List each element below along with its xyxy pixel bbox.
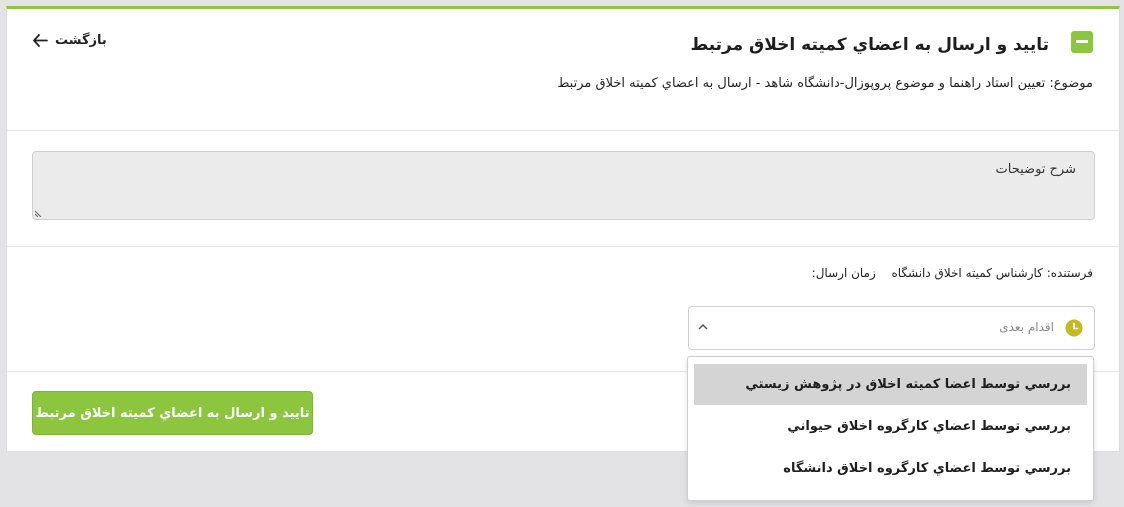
back-label: بازگشت <box>55 33 107 48</box>
dropdown-option[interactable]: بررسي توسط اعضا كميته اخلاق در پژوهش زيس… <box>694 364 1087 405</box>
sender-info: فرستنده: کارشناس کميته اخلاق دانشگاه زما… <box>812 266 1093 280</box>
next-action-select[interactable]: اقدام بعدی <box>688 306 1095 350</box>
sender-value: کارشناس کميته اخلاق دانشگاه <box>891 266 1043 280</box>
submit-button[interactable]: تاييد و ارسال به اعضاي کميته اخلاق مرتبط <box>32 391 313 435</box>
sender-label: فرستنده: <box>1046 266 1093 280</box>
dropdown-option[interactable]: بررسي توسط اعضاي کارگروه اخلاق حيواني <box>694 406 1087 447</box>
description-placeholder: شرح توضيحات <box>995 162 1076 177</box>
collapse-button[interactable] <box>1071 31 1093 53</box>
back-button[interactable]: بازگشت <box>33 33 107 48</box>
resize-grip-icon[interactable] <box>35 209 43 217</box>
page-title: تاييد و ارسال به اعضاي کميته اخلاق مرتبط <box>690 35 1049 55</box>
subject-text: موضوع: تعيين استاد راهنما و موضوع پروپوز… <box>557 76 1093 91</box>
divider <box>7 130 1119 131</box>
next-action-dropdown: بررسي توسط اعضا كميته اخلاق در پژوهش زيس… <box>687 356 1094 501</box>
arrow-left-icon <box>33 34 48 47</box>
dropdown-option[interactable]: بررسي توسط اعضاي کارگروه اخلاق دانشگاه <box>694 448 1087 489</box>
collapse-icon <box>1076 40 1088 43</box>
clock-icon <box>1065 319 1083 337</box>
description-textarea[interactable]: شرح توضيحات <box>32 151 1095 220</box>
divider <box>7 246 1119 247</box>
next-action-placeholder: اقدام بعدی <box>999 320 1054 334</box>
chevron-up-icon <box>698 323 708 330</box>
send-time-label: زمان ارسال: <box>811 266 876 280</box>
